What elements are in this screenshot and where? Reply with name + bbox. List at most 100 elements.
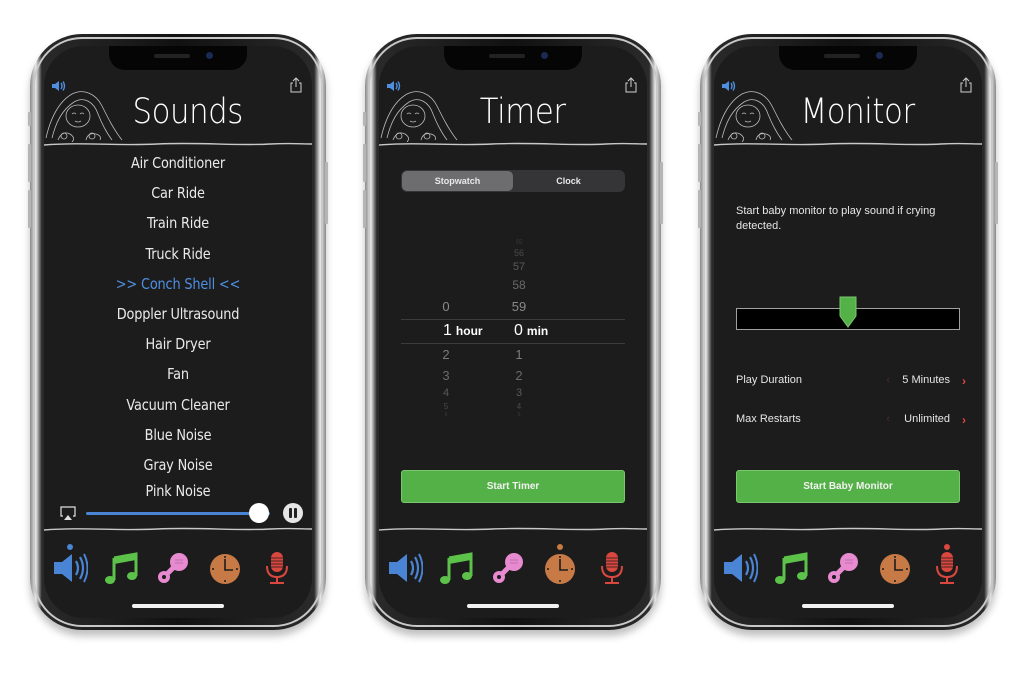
speaker-icon[interactable] xyxy=(722,80,736,92)
tab-rattle[interactable] xyxy=(490,550,526,586)
header: Monitor xyxy=(714,70,982,142)
timer-screen: Timer Stopwatch Clock 0 1 hour 2 3 4 5 6 … xyxy=(379,46,647,618)
share-icon[interactable] xyxy=(625,77,637,93)
volume-slider-thumb[interactable] xyxy=(248,503,269,523)
timer-mode-segmented-control: Stopwatch Clock xyxy=(401,170,625,192)
sound-item[interactable]: Car Ride xyxy=(63,178,293,208)
volume-down-button xyxy=(698,190,701,228)
start-baby-monitor-button[interactable]: Start Baby Monitor xyxy=(736,470,960,503)
sound-item[interactable]: Train Ride xyxy=(63,208,293,238)
tab-rattle[interactable] xyxy=(825,550,861,586)
tab-timer[interactable] xyxy=(877,550,913,586)
sound-item[interactable]: Gray Noise xyxy=(63,450,293,480)
picker-minute-selected[interactable]: 0 min xyxy=(514,322,548,340)
home-indicator[interactable] xyxy=(802,604,894,608)
sound-item[interactable]: Vacuum Cleaner xyxy=(63,390,293,420)
tab-sounds[interactable] xyxy=(387,550,423,586)
active-tab-dot xyxy=(557,544,563,550)
picker-hour-selected[interactable]: 1 hour xyxy=(443,322,483,340)
picker-minute-value[interactable]: 4 xyxy=(504,402,534,411)
chevron-left-icon[interactable]: ‹ xyxy=(886,413,890,425)
mute-switch xyxy=(28,112,31,126)
share-icon[interactable] xyxy=(290,77,302,93)
rattle-icon xyxy=(490,550,526,586)
volume-down-button xyxy=(28,190,31,228)
side-button xyxy=(660,162,663,224)
volume-slider[interactable] xyxy=(86,512,270,515)
speaker-icon[interactable] xyxy=(387,80,401,92)
share-icon[interactable] xyxy=(960,77,972,93)
tabbar-divider xyxy=(44,526,312,532)
music-note-icon xyxy=(774,550,810,586)
microphone-icon xyxy=(594,550,630,586)
hour-unit: hour xyxy=(455,324,483,338)
header-divider xyxy=(379,141,647,147)
microphone-icon xyxy=(259,550,295,586)
picker-minute-value[interactable]: 56 xyxy=(504,248,534,258)
tab-music[interactable] xyxy=(104,550,140,586)
minute-value: 0 xyxy=(514,322,523,339)
speaker-icon xyxy=(52,550,88,586)
picker-minute-value[interactable]: 2 xyxy=(504,368,534,383)
tab-timer[interactable] xyxy=(207,550,243,586)
tab-music[interactable] xyxy=(439,550,475,586)
picker-minute-value[interactable]: 3 xyxy=(504,387,534,399)
sound-item-selected[interactable]: >> Conch Shell << xyxy=(63,269,293,299)
airplay-icon[interactable] xyxy=(60,506,76,520)
chevron-right-icon[interactable]: › xyxy=(962,374,966,388)
sensitivity-slider-thumb[interactable] xyxy=(839,296,857,328)
sound-item[interactable]: Pink Noise xyxy=(63,480,293,498)
sound-item[interactable]: Air Conditioner xyxy=(63,148,293,178)
sound-item[interactable]: Blue Noise xyxy=(63,420,293,450)
tab-monitor[interactable] xyxy=(594,550,630,586)
header-divider xyxy=(714,141,982,147)
home-indicator[interactable] xyxy=(467,604,559,608)
tab-sounds[interactable] xyxy=(722,550,758,586)
sound-list[interactable]: Air Conditioner Car Ride Train Ride Truc… xyxy=(44,148,312,498)
sound-item[interactable]: Hair Dryer xyxy=(63,329,293,359)
picker-hour-value[interactable]: 4 xyxy=(431,387,461,399)
sound-item[interactable]: Fan xyxy=(63,359,293,389)
duration-picker[interactable]: 0 1 hour 2 3 4 5 6 55 56 57 58 59 0 min 1 … xyxy=(401,236,625,426)
play-duration-row: Play Duration ‹ 5 Minutes › xyxy=(736,374,966,390)
sensitivity-slider[interactable] xyxy=(736,296,960,330)
picker-minute-value[interactable]: 1 xyxy=(504,347,534,362)
tab-sounds[interactable] xyxy=(52,544,88,586)
tab-timer[interactable] xyxy=(542,544,578,586)
picker-hour-value[interactable]: 2 xyxy=(431,347,461,362)
chevron-left-icon[interactable]: ‹ xyxy=(886,374,890,386)
picker-hour-value[interactable]: 5 xyxy=(431,402,461,411)
speaker-icon xyxy=(387,550,423,586)
header: Timer xyxy=(379,70,647,142)
notch xyxy=(109,46,247,70)
tab-rattle[interactable] xyxy=(155,550,191,586)
segment-clock[interactable]: Clock xyxy=(513,171,624,191)
picker-hour-value[interactable]: 0 xyxy=(431,299,461,314)
active-tab-dot xyxy=(944,544,950,550)
page-title: Monitor xyxy=(800,92,915,132)
picker-minute-value[interactable]: 57 xyxy=(504,261,534,273)
start-timer-button[interactable]: Start Timer xyxy=(401,470,625,503)
tab-monitor[interactable] xyxy=(929,544,965,586)
tab-monitor[interactable] xyxy=(259,550,295,586)
picker-minute-value[interactable]: 55 xyxy=(504,240,534,246)
speaker-icon[interactable] xyxy=(52,80,66,92)
picker-minute-value[interactable]: 59 xyxy=(504,299,534,314)
sound-item[interactable]: Doppler Ultrasound xyxy=(63,299,293,329)
sound-item[interactable]: Truck Ride xyxy=(63,239,293,269)
home-indicator[interactable] xyxy=(132,604,224,608)
header-divider xyxy=(44,141,312,147)
picker-minute-value[interactable]: 58 xyxy=(504,278,534,292)
segment-stopwatch[interactable]: Stopwatch xyxy=(402,171,513,191)
volume-up-button xyxy=(363,144,366,182)
picker-hour-value[interactable]: 3 xyxy=(431,368,461,383)
rattle-icon xyxy=(825,550,861,586)
notch xyxy=(444,46,582,70)
chevron-right-icon[interactable]: › xyxy=(962,413,966,427)
pause-button[interactable] xyxy=(283,503,303,523)
picker-minute-value[interactable]: 5 xyxy=(504,412,534,418)
tab-music[interactable] xyxy=(774,550,810,586)
picker-hour-value[interactable]: 6 xyxy=(431,412,461,418)
picker-selection-line xyxy=(401,343,625,344)
mute-switch xyxy=(363,112,366,126)
